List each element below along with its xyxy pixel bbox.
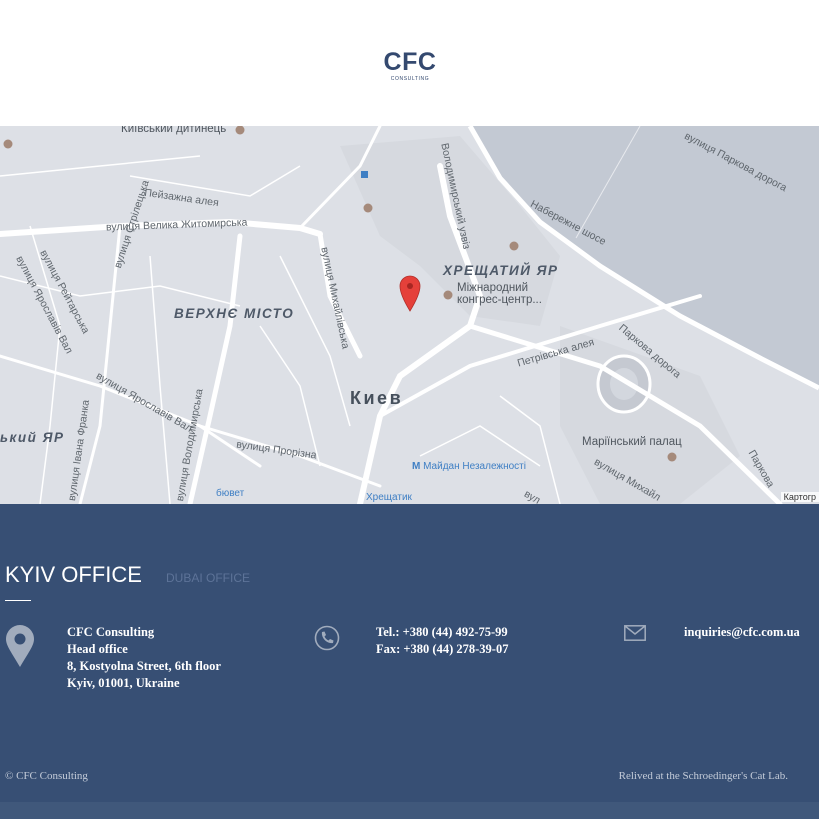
- map-attribution[interactable]: Картогр: [780, 492, 819, 502]
- address-office: Head office: [67, 642, 128, 656]
- address-block: CFC Consulting Head office 8, Kostyolna …: [67, 624, 221, 692]
- credit-link[interactable]: Relived at the Schroedinger's Cat Lab.: [619, 770, 788, 782]
- map-label-maidan: M Майдан Незалежності: [412, 461, 526, 472]
- footer-bottom-strip: [0, 802, 819, 819]
- map-label-buvet: бювет: [216, 488, 245, 499]
- logo-mark: CFC: [383, 48, 437, 76]
- footer-contacts: KYIV OFFICE DUBAI OFFICE CFC Consulting …: [0, 504, 819, 802]
- email-block: inquiries@cfc.com.ua: [684, 624, 800, 641]
- copyright-text: © CFC Consulting: [5, 770, 88, 782]
- maidan-text: Майдан Незалежності: [423, 461, 526, 472]
- site-header: CFC CONSULTING: [0, 0, 819, 126]
- email-link[interactable]: inquiries@cfc.com.ua: [684, 624, 800, 641]
- phone-fax: Fax: +380 (44) 278-39-07: [376, 642, 509, 656]
- office-map[interactable]: Київський дитинець Пейзажна алея вулиця …: [0, 126, 819, 504]
- location-pin-icon: [6, 625, 34, 672]
- address-company: CFC Consulting: [67, 625, 155, 639]
- tab-kyiv-office[interactable]: KYIV OFFICE: [5, 562, 142, 588]
- metro-icon: M: [412, 461, 424, 472]
- map-label-kyi-yar: ький ЯР: [0, 430, 65, 445]
- map-marker-icon: [399, 275, 421, 312]
- phone-block: Tel.: +380 (44) 492-75-99 Fax: +380 (44)…: [376, 624, 508, 658]
- map-label-mariinskyi: Маріїнський палац: [582, 436, 682, 448]
- map-label-kyiv-citadel: Київський дитинець: [121, 126, 227, 135]
- cfc-logo[interactable]: CFC CONSULTING: [383, 48, 437, 83]
- map-canvas: [0, 126, 819, 504]
- phone-tel[interactable]: Tel.: +380 (44) 492-75-99: [376, 624, 508, 641]
- map-label-verkhnie-misto: ВЕРХНЄ МІСТО: [174, 306, 295, 321]
- envelope-icon: [624, 625, 646, 646]
- address-street: 8, Kostyolna Street, 6th floor: [67, 659, 221, 673]
- logo-subtitle: CONSULTING: [390, 76, 430, 82]
- active-tab-underline: [5, 600, 31, 601]
- address-city: Kyiv, 01001, Ukraine: [67, 676, 180, 690]
- tab-dubai-office[interactable]: DUBAI OFFICE: [166, 571, 250, 585]
- map-label-city: Киев: [350, 388, 404, 408]
- map-label-congress-2: конгрес-центр...: [457, 294, 542, 306]
- map-label-khreshchatyk: Хрещатик: [366, 492, 412, 503]
- phone-icon: [314, 625, 340, 656]
- map-label-congress-1: Міжнародний: [457, 282, 529, 294]
- map-label-khreshchatyi-yar: ХРЕЩАТИЙ ЯР: [443, 263, 559, 278]
